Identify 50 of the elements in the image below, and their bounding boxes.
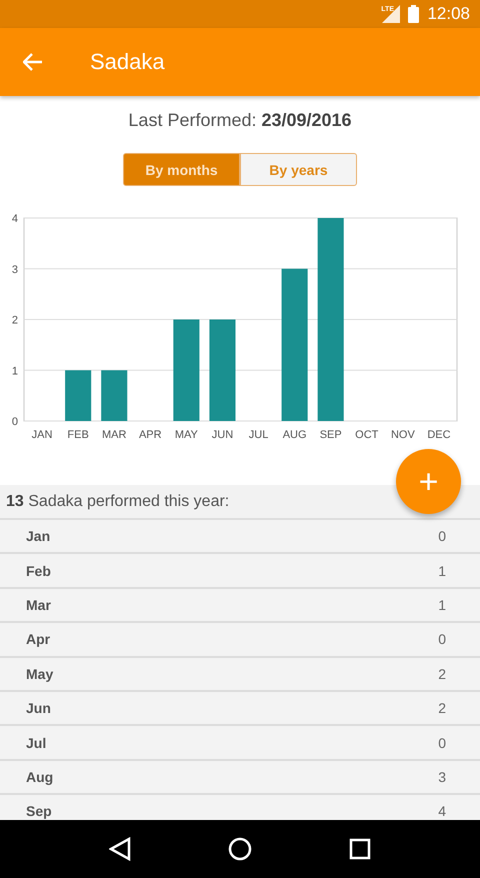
month-label: Jun [26, 700, 51, 716]
bar [101, 370, 128, 421]
month-count: 3 [438, 768, 446, 785]
axis-tick-label: 0 [12, 416, 18, 428]
month-label: Apr [26, 631, 50, 648]
axis-category-label: JUN [212, 429, 234, 441]
month-count: 0 [438, 631, 446, 648]
segment-tab[interactable]: By months [123, 153, 240, 186]
axis-category-label: JUL [248, 429, 268, 441]
circle-home-icon [228, 837, 252, 861]
month-count: 0 [438, 734, 446, 751]
month-count: 2 [438, 666, 446, 682]
axis-category-label: DEC [427, 429, 451, 441]
back-arrow-icon [23, 53, 43, 71]
axis-category-label: OCT [355, 429, 378, 441]
axis-tick-label: 4 [12, 213, 18, 225]
month-count: 0 [438, 528, 446, 544]
summary-text: 13 Sadaka performed this year: [6, 492, 230, 510]
axis-category-label: APR [138, 429, 162, 441]
signal-icon [380, 5, 400, 23]
screen-title: Sadaka [90, 49, 165, 75]
month-count: 1 [438, 562, 446, 579]
axis-category-label: SEP [320, 429, 342, 441]
month-label: Sep [26, 803, 52, 820]
axis-tick-label: 1 [12, 365, 18, 378]
last-performed-text: Last Performed: 23/09/2016 [127, 110, 353, 131]
month-count: 4 [438, 803, 446, 820]
axis-category-label: MAR [102, 429, 126, 441]
bar [65, 370, 92, 421]
month-label: May [26, 666, 54, 682]
square-recents-icon [349, 838, 371, 860]
segment-tab[interactable]: By years [240, 153, 357, 186]
triangle-back-icon [109, 837, 131, 861]
axis-tick-label: 2 [12, 314, 18, 326]
month-count: 1 [438, 596, 446, 613]
axis-category-label: NOV [390, 429, 415, 441]
axis-category-label: JAN [32, 429, 52, 441]
axis-category-label: AUG [282, 429, 307, 441]
month-label: Mar [26, 596, 51, 613]
add-button[interactable]: + [396, 449, 461, 514]
axis-category-label: MAY [174, 429, 198, 441]
axis-tick-label: 3 [12, 264, 18, 276]
month-label: Jul [26, 734, 46, 751]
month-label: Feb [26, 562, 51, 579]
month-label: Aug [26, 768, 54, 785]
status-time: 12:08 [427, 4, 470, 24]
month-count: 2 [438, 700, 446, 716]
axis-category-label: FEB [67, 429, 89, 441]
month-label: Jan [26, 528, 50, 544]
battery-icon [408, 5, 420, 23]
